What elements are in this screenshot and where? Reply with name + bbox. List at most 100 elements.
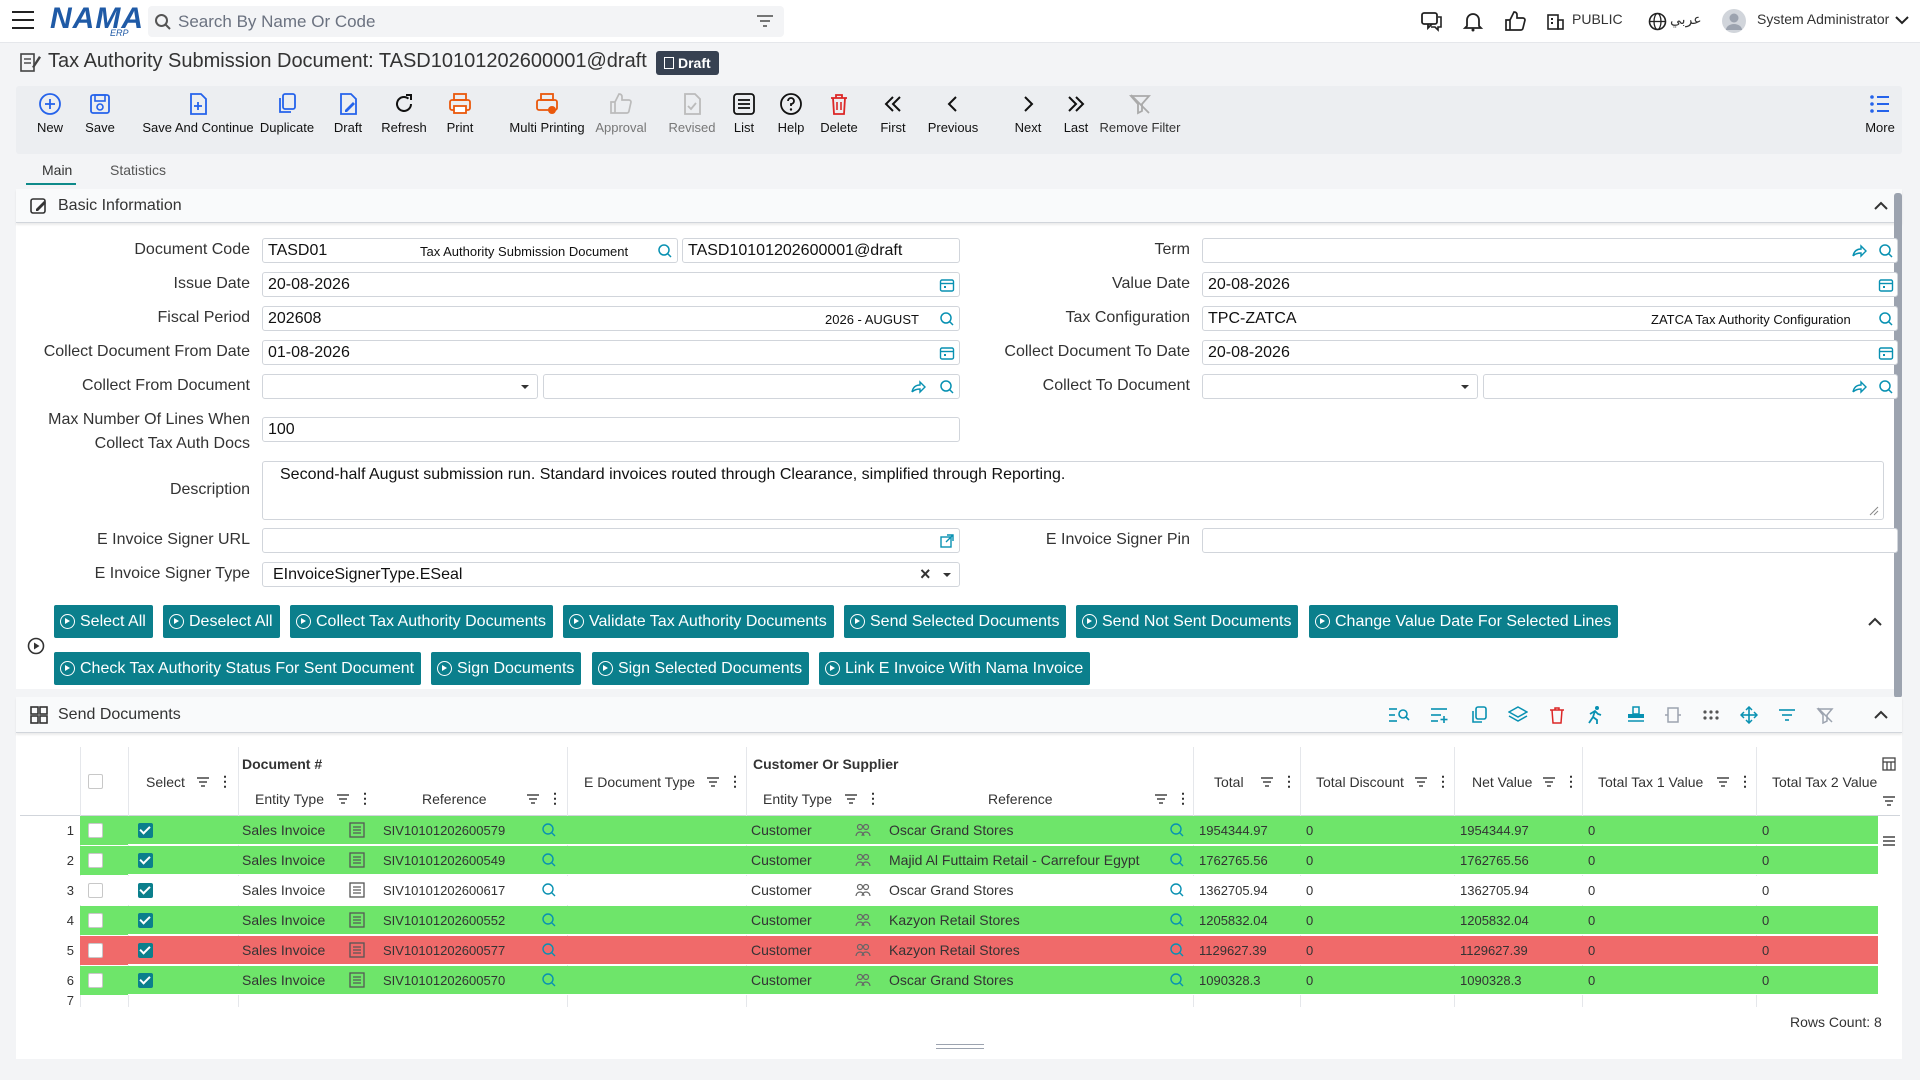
duplicate-button[interactable]: Duplicate <box>252 92 322 135</box>
resize-handle-icon[interactable] <box>1869 506 1879 516</box>
send-documents-header[interactable]: Send Documents <box>16 697 1902 733</box>
search-rows-icon[interactable] <box>1388 706 1410 724</box>
search-refresh-icon[interactable] <box>540 911 558 929</box>
filter-icon[interactable] <box>1778 708 1796 722</box>
change-value-date-button[interactable]: Change Value Date For Selected Lines <box>1309 605 1619 638</box>
calendar-icon[interactable] <box>939 345 955 361</box>
splitter-handle[interactable] <box>936 1044 984 1049</box>
filter-lines-icon[interactable] <box>756 14 774 29</box>
sign-documents-button[interactable]: Sign Documents <box>431 652 582 685</box>
clear-icon[interactable]: × <box>920 564 931 585</box>
col-total-tax-1[interactable]: Total Tax 1 Value <box>1598 774 1703 790</box>
chat-icon[interactable] <box>1420 10 1444 32</box>
filter-icon[interactable] <box>1716 776 1730 788</box>
send-not-sent-documents-button[interactable]: Send Not Sent Documents <box>1076 605 1299 638</box>
people-icon[interactable] <box>854 911 872 929</box>
validate-tax-authority-documents-button[interactable]: Validate Tax Authority Documents <box>563 605 834 638</box>
col-total[interactable]: Total <box>1214 774 1244 790</box>
document-list-icon[interactable] <box>348 881 366 899</box>
branch-label[interactable]: PUBLIC <box>1572 11 1623 27</box>
customer-reference-cell[interactable]: Oscar Grand Stores <box>889 882 1014 898</box>
search-refresh-icon[interactable] <box>1168 971 1186 989</box>
copy-icon[interactable] <box>1470 706 1488 724</box>
value-date-field[interactable]: 20-08-2026 <box>1202 272 1898 297</box>
max-lines-field[interactable]: 100 <box>262 417 960 442</box>
filter-icon[interactable] <box>1154 793 1168 805</box>
document-list-icon[interactable] <box>348 941 366 959</box>
term-field[interactable] <box>1202 238 1898 263</box>
column-menu-icon[interactable]: ⋮ <box>866 790 880 807</box>
search-refresh-icon[interactable] <box>540 971 558 989</box>
customer-reference-cell[interactable]: Kazyon Retail Stores <box>889 912 1020 928</box>
document-number-field[interactable]: TASD10101202600001@draft <box>682 238 960 263</box>
thumbs-up-icon[interactable] <box>1504 10 1526 32</box>
column-menu-icon[interactable]: ⋮ <box>1282 773 1296 790</box>
filter-icon[interactable] <box>196 776 210 788</box>
reference-cell[interactable]: SIV10101202600577 <box>383 943 505 958</box>
issue-date-field[interactable]: 20-08-2026 <box>262 272 960 297</box>
table-row[interactable]: 7 <box>20 996 1878 1007</box>
search-refresh-icon[interactable] <box>540 851 558 869</box>
share-icon[interactable] <box>1851 379 1867 395</box>
language-toggle[interactable]: عربي <box>1670 11 1702 28</box>
customer-reference-cell[interactable]: Oscar Grand Stores <box>889 972 1014 988</box>
search-refresh-icon[interactable] <box>1168 941 1186 959</box>
search-refresh-icon[interactable] <box>1168 851 1186 869</box>
select-all-checkbox[interactable] <box>88 774 103 789</box>
trash-icon[interactable] <box>1548 706 1566 724</box>
remove-filter-button[interactable]: Remove Filter <box>1090 92 1190 135</box>
check-tax-authority-status-button[interactable]: Check Tax Authority Status For Sent Docu… <box>54 652 422 685</box>
reference-cell[interactable]: SIV10101202600570 <box>383 973 505 988</box>
search-refresh-icon[interactable] <box>1168 911 1186 929</box>
column-menu-icon[interactable]: ⋮ <box>218 773 232 790</box>
column-chooser-icon[interactable] <box>1882 757 1896 771</box>
search-input[interactable]: Search By Name Or Code <box>178 12 375 32</box>
table-row[interactable]: 1 Sales Invoice SIV10101202600579 Customer O… <box>20 816 1878 845</box>
reference-cell[interactable]: SIV10101202600579 <box>383 823 505 838</box>
people-icon[interactable] <box>854 971 872 989</box>
save-button[interactable]: Save <box>78 92 122 135</box>
column-menu-icon[interactable]: ⋮ <box>1436 773 1450 790</box>
search-refresh-icon[interactable] <box>1878 379 1894 395</box>
document-list-icon[interactable] <box>348 911 366 929</box>
row-checkbox[interactable] <box>88 943 103 958</box>
send-selected-documents-button[interactable]: Send Selected Documents <box>844 605 1067 638</box>
row-checkbox[interactable] <box>88 913 103 928</box>
menu-icon[interactable] <box>12 11 34 29</box>
filter-icon[interactable] <box>526 793 540 805</box>
signer-url-field[interactable] <box>262 528 960 553</box>
row-checkbox[interactable] <box>88 853 103 868</box>
refresh-button[interactable]: Refresh <box>376 92 432 135</box>
dots-grid-icon[interactable] <box>1702 708 1720 722</box>
filter-icon[interactable] <box>1542 776 1556 788</box>
select-checkbox[interactable] <box>138 823 153 838</box>
reference-cell[interactable]: SIV10101202600552 <box>383 913 505 928</box>
bell-icon[interactable] <box>1462 10 1484 32</box>
expand-icon[interactable] <box>1664 706 1682 724</box>
tax-configuration-field[interactable]: TPC-ZATCA ZATCA Tax Authority Configurat… <box>1202 306 1898 331</box>
reference-cell[interactable]: SIV10101202600549 <box>383 853 505 868</box>
col-reference[interactable]: Reference <box>422 791 487 807</box>
search-refresh-icon[interactable] <box>540 881 558 899</box>
approval-button[interactable]: Approval <box>586 92 656 135</box>
col-e-document-type[interactable]: E Document Type <box>584 774 695 790</box>
table-row[interactable]: 2 Sales Invoice SIV10101202600549 Customer M… <box>20 846 1878 875</box>
search-refresh-icon[interactable] <box>1168 821 1186 839</box>
table-row[interactable]: 4 Sales Invoice SIV10101202600552 Customer K… <box>20 906 1878 935</box>
print-button[interactable]: Print <box>438 92 482 135</box>
filter-icon[interactable] <box>1414 776 1428 788</box>
select-checkbox[interactable] <box>138 913 153 928</box>
collect-tax-authority-documents-button[interactable]: Collect Tax Authority Documents <box>290 605 554 638</box>
user-avatar-icon[interactable] <box>1722 9 1746 33</box>
document-list-icon[interactable] <box>348 851 366 869</box>
chevron-up-icon[interactable] <box>1874 710 1888 720</box>
global-search[interactable]: Search By Name Or Code <box>148 6 784 37</box>
customer-reference-cell[interactable]: Majid Al Futtaim Retail - Carrefour Egyp… <box>889 852 1140 868</box>
col-entity-type[interactable]: Entity Type <box>255 791 324 807</box>
column-menu-icon[interactable]: ⋮ <box>1738 773 1752 790</box>
first-button[interactable]: First <box>871 92 915 135</box>
fiscal-period-field[interactable]: 202608 2026 - AUGUST <box>262 306 960 331</box>
search-refresh-icon[interactable] <box>939 379 955 395</box>
filter-icon[interactable] <box>1260 776 1274 788</box>
col-net-value[interactable]: Net Value <box>1472 774 1532 790</box>
